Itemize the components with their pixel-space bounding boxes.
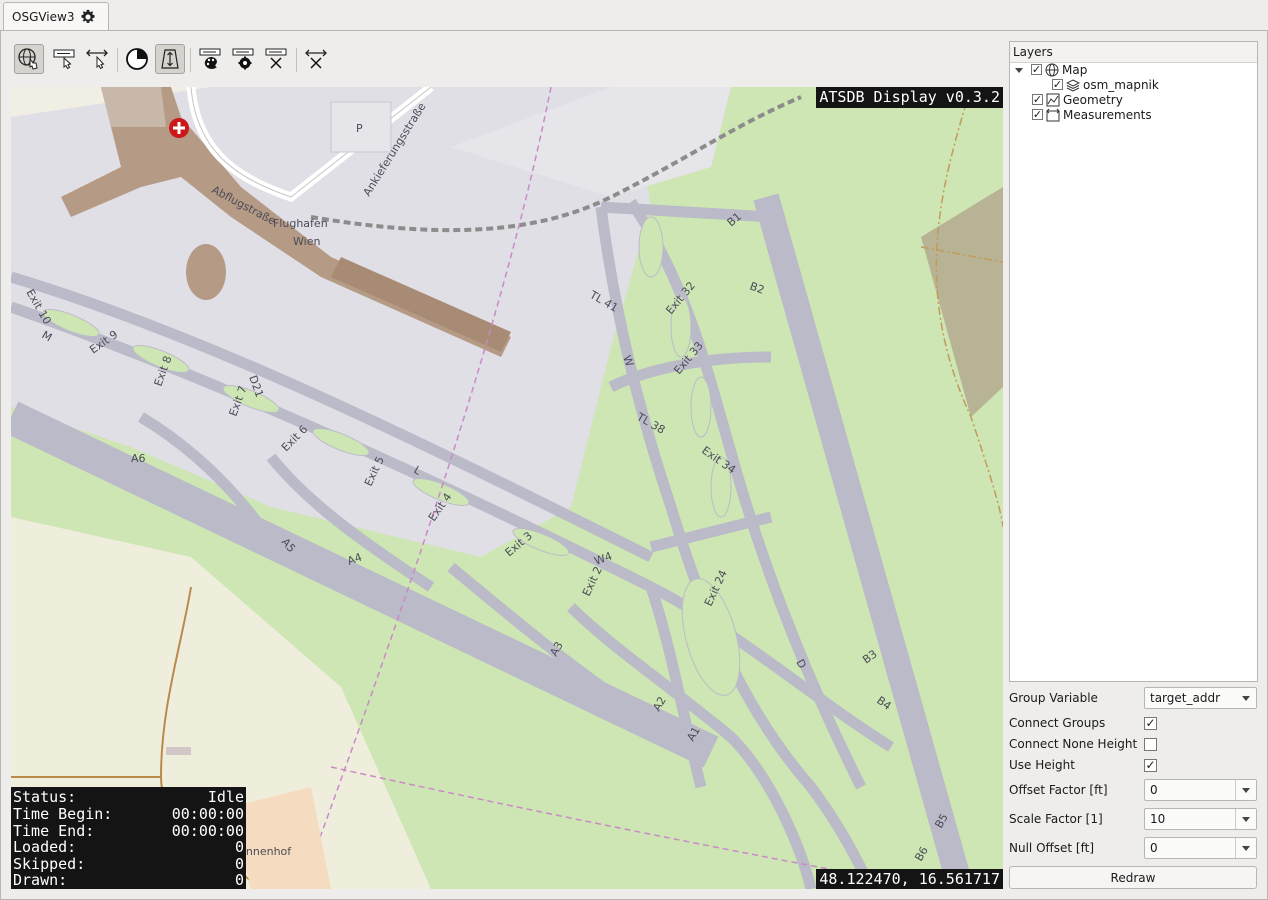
layer-osm-mapnik-checkbox[interactable]: ✓	[1052, 79, 1063, 90]
combo-separator	[1235, 809, 1236, 829]
chevron-down-icon[interactable]	[1242, 788, 1250, 793]
navigate-map-button[interactable]	[14, 44, 44, 74]
layer-item-geometry[interactable]: ✓ Geometry	[1032, 92, 1123, 107]
null-offset-value: 0	[1150, 841, 1158, 855]
use-height-label: Use Height	[1009, 758, 1075, 772]
clear-labels-button[interactable]	[261, 44, 291, 74]
scale-factor-label: Scale Factor [1]	[1009, 812, 1103, 826]
map-view[interactable]: Flughafen Wien Abflugstraße Ankieferungs…	[11, 87, 1003, 889]
connect-groups-label: Connect Groups	[1009, 716, 1106, 730]
offset-factor-label: Offset Factor [ft]	[1009, 783, 1108, 797]
redraw-button[interactable]: Redraw	[1009, 866, 1257, 889]
cursor-coordinates: 48.122470, 16.561717	[816, 869, 1003, 889]
clear-labels-icon	[265, 48, 287, 69]
connect-groups-row: Connect Groups ✓	[1009, 712, 1257, 734]
tab-label: OSGView3	[12, 9, 75, 24]
null-offset-label: Null Offset [ft]	[1009, 841, 1095, 855]
group-variable-label: Group Variable	[1009, 691, 1098, 705]
skipped-row: Skipped: 0	[13, 854, 244, 873]
tab-osgview3[interactable]: OSGView3	[3, 2, 109, 30]
globe-icon	[1045, 63, 1059, 76]
layer-item-map[interactable]: ✓ Map	[1014, 62, 1087, 77]
tab-bar: OSGView3	[0, 0, 1268, 31]
layer-label: Map	[1062, 62, 1088, 77]
offset-factor-combo[interactable]: 0	[1144, 779, 1257, 801]
time-filter-icon	[126, 48, 148, 70]
null-offset-row: Null Offset [ft] 0	[1009, 837, 1257, 859]
time-end-row: Time End: 00:00:00	[13, 821, 244, 840]
geometry-icon	[1046, 93, 1060, 106]
chevron-down-icon[interactable]	[1242, 817, 1250, 822]
measure-distance-button[interactable]	[82, 44, 112, 74]
scale-factor-combo[interactable]: 10	[1144, 808, 1257, 830]
layer-item-osm-mapnik[interactable]: ✓ osm_mapnik	[1052, 77, 1159, 92]
toolbar-separator	[117, 48, 118, 72]
label-settings-icon	[232, 48, 254, 70]
combo-separator	[1235, 838, 1236, 858]
height-mode-icon	[161, 49, 179, 69]
time-filter-button[interactable]	[122, 44, 152, 74]
layers-icon	[1066, 78, 1080, 92]
use-height-checkbox[interactable]: ✓	[1144, 758, 1157, 772]
display-title-overlay: ATSDB Display v0.3.2	[816, 87, 1003, 108]
group-variable-select[interactable]: target_addr	[1144, 687, 1257, 709]
use-height-row: Use Height ✓	[1009, 754, 1257, 776]
status-overlay: Status: Idle Time Begin: 00:00:00 Time End…	[11, 787, 246, 889]
connect-none-height-checkbox[interactable]	[1144, 737, 1157, 751]
layer-measurements-checkbox[interactable]: ✓	[1032, 109, 1043, 120]
connect-groups-checkbox[interactable]: ✓	[1144, 716, 1157, 730]
layers-header: Layers	[1010, 42, 1257, 63]
offset-factor-row: Offset Factor [ft] 0	[1009, 779, 1257, 801]
chevron-down-icon[interactable]	[1242, 846, 1250, 851]
select-label-icon	[53, 49, 75, 70]
navigate-map-icon	[18, 48, 38, 70]
layer-geometry-checkbox[interactable]: ✓	[1032, 94, 1043, 105]
expand-arrow-icon[interactable]	[1014, 65, 1024, 75]
chevron-down-icon	[1242, 696, 1250, 701]
gear-icon[interactable]	[80, 9, 96, 25]
time-begin-row: Time Begin: 00:00:00	[13, 805, 244, 824]
label-style-icon	[199, 48, 221, 69]
combo-separator	[1235, 780, 1236, 800]
connect-none-height-row: Connect None Height	[1009, 733, 1257, 755]
drawn-row: Drawn: 0	[13, 871, 244, 889]
null-offset-combo[interactable]: 0	[1144, 837, 1257, 859]
layer-label: Measurements	[1063, 107, 1152, 122]
clear-distances-button[interactable]	[301, 44, 331, 74]
label-style-button[interactable]	[195, 44, 225, 74]
scale-factor-value: 10	[1150, 812, 1166, 826]
connect-none-height-label: Connect None Height	[1009, 737, 1138, 751]
layers-tree[interactable]: Layers ✓ Map ✓ osm_mapnik ✓ Geometry ✓ M…	[1009, 41, 1258, 682]
layer-label: Geometry	[1063, 92, 1123, 107]
toolbar-separator	[190, 48, 191, 72]
group-variable-value: target_addr	[1150, 691, 1221, 705]
layer-label: osm_mapnik	[1083, 77, 1159, 92]
height-mode-button[interactable]	[155, 44, 185, 74]
measure-distance-icon	[86, 49, 108, 70]
scale-factor-row: Scale Factor [1] 10	[1009, 808, 1257, 830]
label-settings-button[interactable]	[228, 44, 258, 74]
toolbar-separator	[296, 48, 297, 72]
layer-map-checkbox[interactable]: ✓	[1031, 64, 1042, 75]
offset-factor-value: 0	[1150, 783, 1158, 797]
status-row: Status: Idle	[13, 788, 244, 807]
measurements-icon	[1046, 108, 1060, 121]
osm-map-canvas[interactable]	[11, 87, 1003, 889]
loaded-row: Loaded: 0	[13, 838, 244, 857]
group-variable-row: Group Variable target_addr	[1009, 687, 1257, 709]
layer-item-measurements[interactable]: ✓ Measurements	[1032, 107, 1152, 122]
select-label-button[interactable]	[49, 44, 79, 74]
clear-distances-icon	[305, 49, 327, 69]
